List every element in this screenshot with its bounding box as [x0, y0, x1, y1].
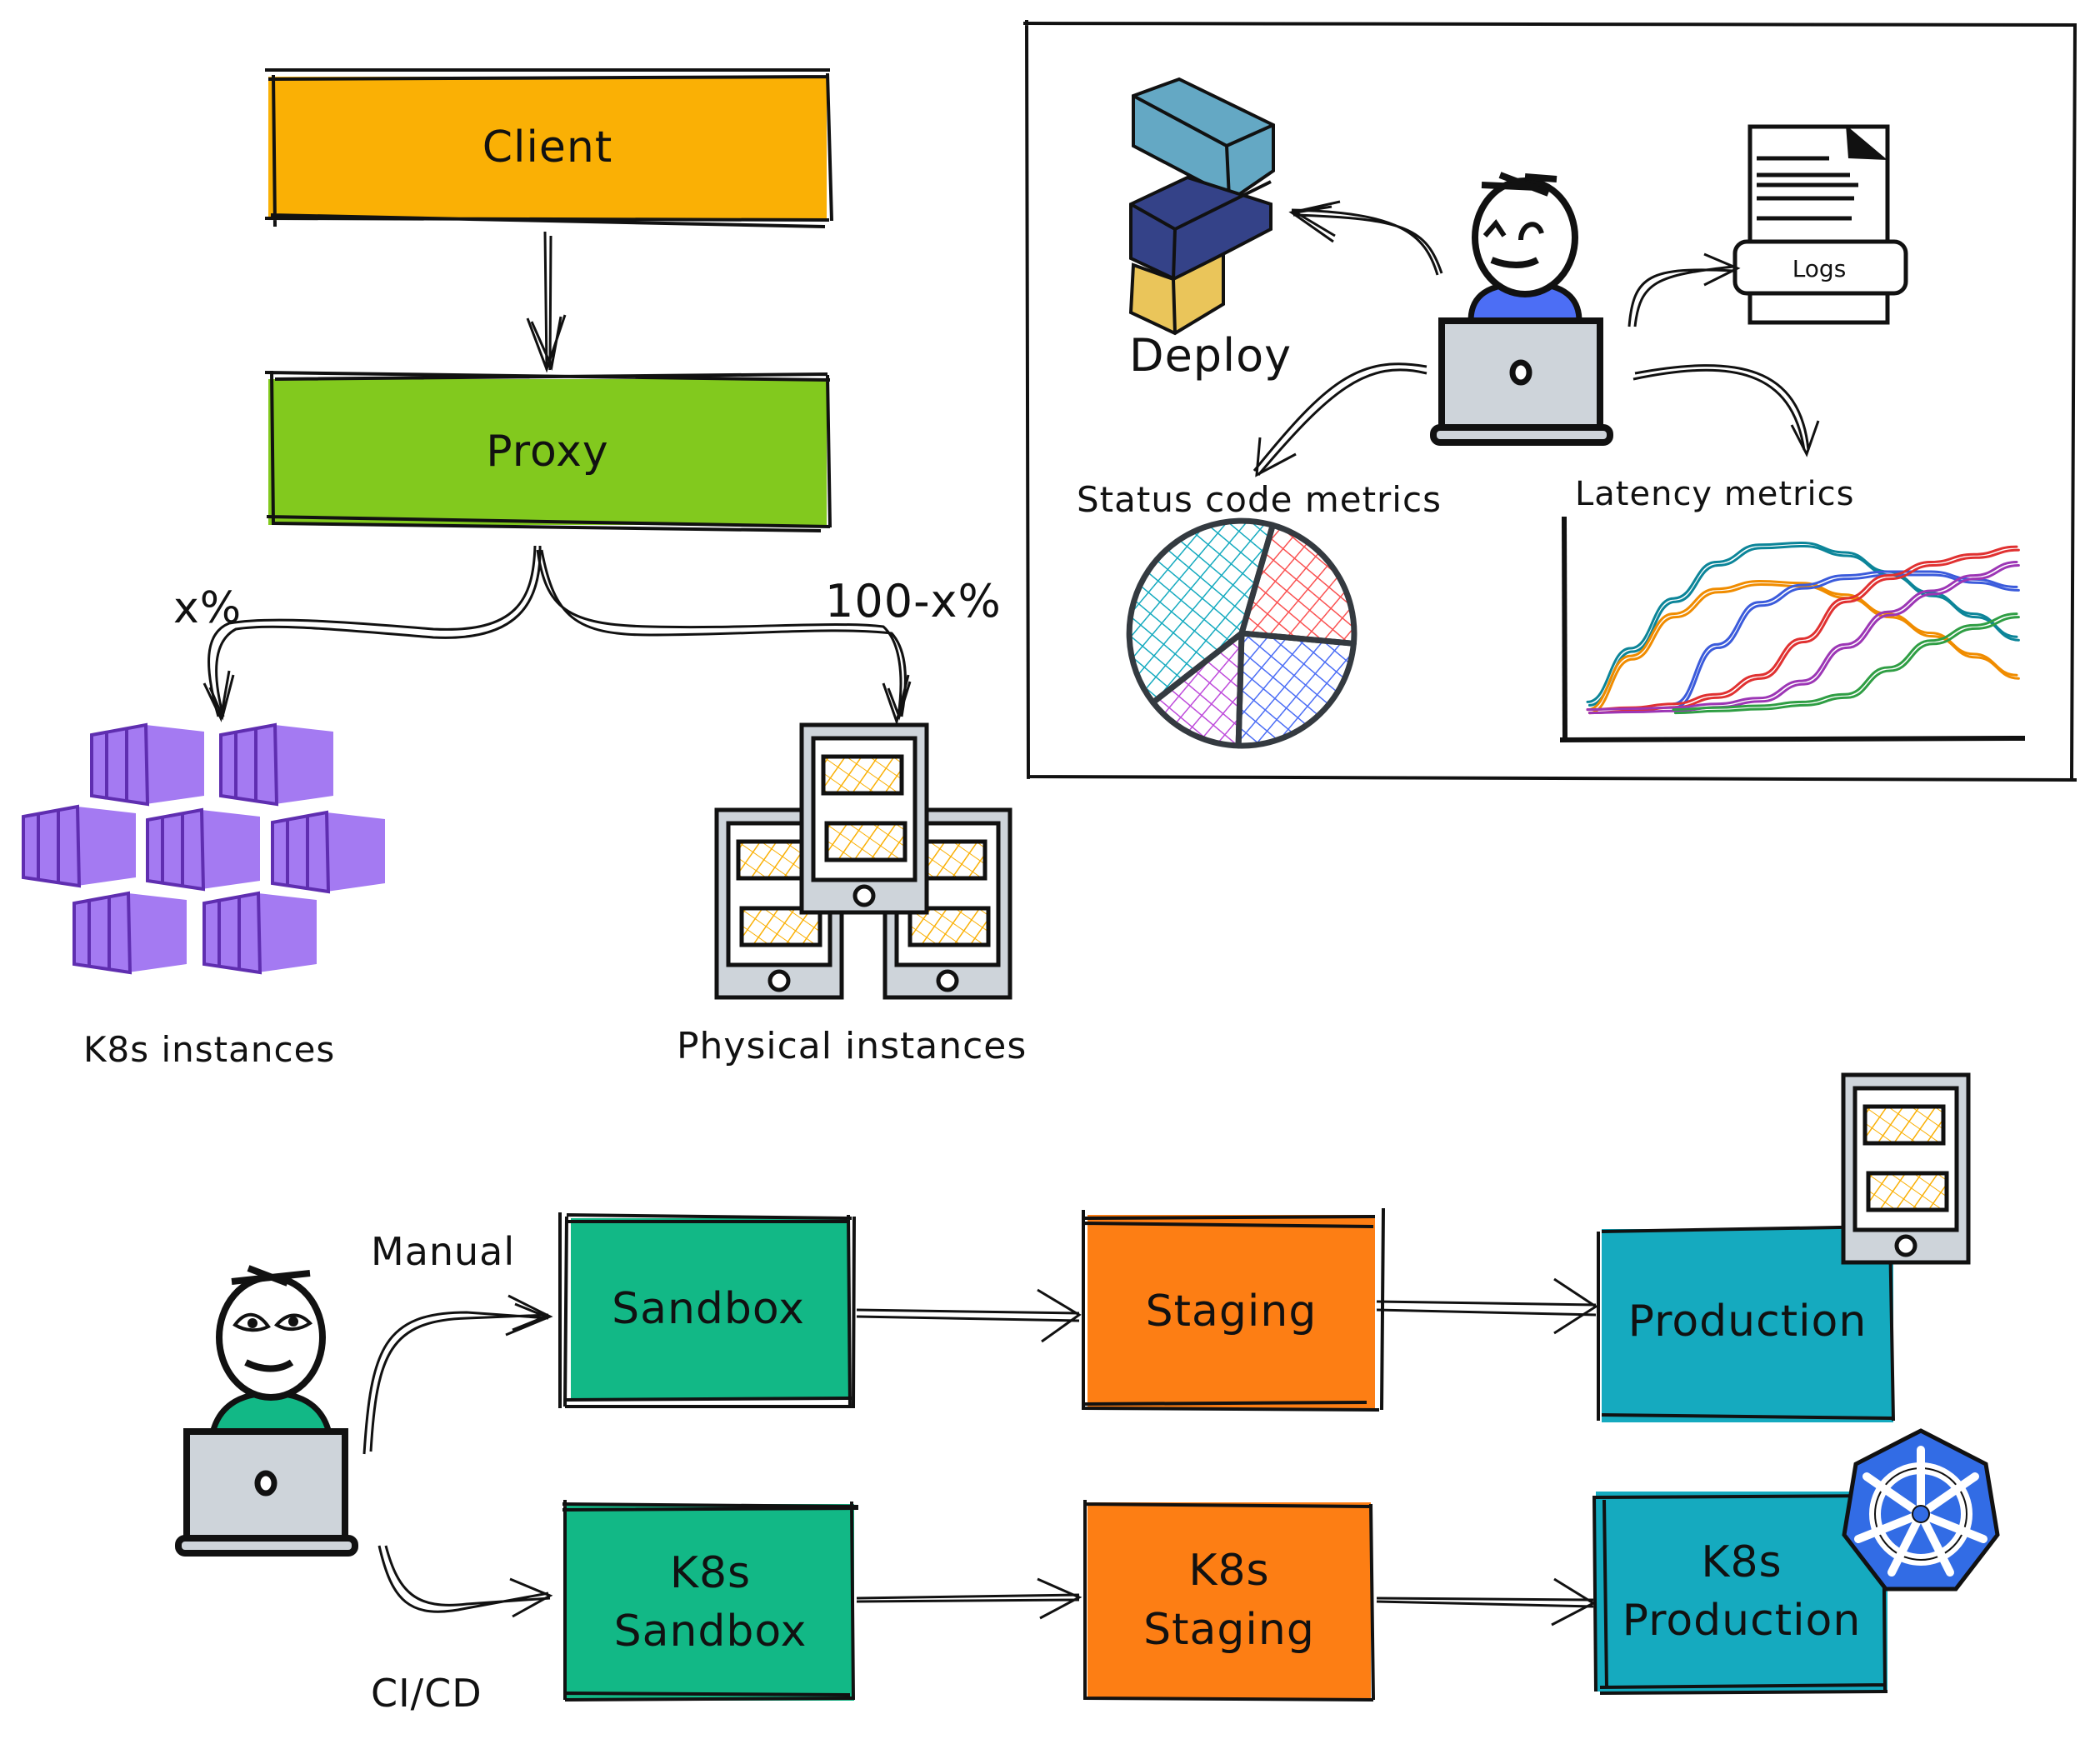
split-right-label: 100-x%: [825, 575, 1002, 627]
sandbox-to-staging-arrow: [856, 1288, 1082, 1343]
k8s-production-label-line1: K8s: [1701, 1537, 1782, 1587]
manual-arrow: [362, 1294, 553, 1455]
status-code-pie-chart: [1126, 517, 1358, 749]
k8s-sandbox-to-k8s-staging-arrow: [856, 1577, 1082, 1620]
deploy-blocks-icon: [1128, 77, 1275, 336]
k8s-instance-cube: [146, 808, 262, 891]
logs-arrow: [1628, 252, 1741, 327]
k8s-instance-cube: [219, 723, 335, 806]
k8s-instance-cube: [72, 892, 188, 974]
client-to-proxy-arrow: [526, 231, 567, 373]
diagram-canvas: Logs: [22, 19, 2078, 1702]
k8s-staging-to-k8s-production-arrow: [1376, 1577, 1597, 1627]
deploy-label: Deploy: [1129, 329, 1292, 382]
staging-to-production-arrow: [1376, 1277, 1598, 1335]
staging-label: Staging: [1145, 1286, 1318, 1337]
latency-y-axis: [1562, 516, 1568, 742]
physical-instances-cluster: [717, 725, 1010, 997]
k8s-production-label: K8s Production: [1596, 1492, 1888, 1692]
k8s-staging-label-line1: K8s: [1188, 1546, 1270, 1597]
latency-x-axis: [1559, 736, 2026, 742]
latency-metrics-arrow: [1632, 364, 1820, 457]
k8s-production-label-line2: Production: [1622, 1596, 1862, 1646]
k8s-instance-cube: [90, 723, 206, 806]
engineer-avatar-top: [1433, 172, 1610, 442]
latency-series-green-stroke2: [1673, 616, 2020, 715]
latency-chart: [1559, 516, 2026, 742]
latency-series-teal: [1586, 541, 2018, 703]
physical-server-icon: [802, 725, 927, 912]
cicd-arrow: [378, 1545, 553, 1618]
k8s-instances-label: K8s instances: [83, 1029, 336, 1070]
client-label: Client: [482, 122, 613, 172]
k8s-staging-label-line2: Staging: [1143, 1604, 1315, 1655]
engineer-avatar-bottom: [178, 1265, 355, 1553]
status-metrics-label: Status code metrics: [1077, 479, 1442, 520]
manual-label: Manual: [371, 1229, 516, 1274]
latency-metrics-label: Latency metrics: [1575, 475, 1855, 513]
k8s-instances-cluster: [22, 723, 387, 974]
k8s-instance-cube: [202, 892, 318, 974]
k8s-instance-cube: [271, 811, 387, 893]
split-arrows: [202, 545, 912, 727]
k8s-sandbox-label-line1: K8s: [669, 1547, 752, 1598]
deploy-arrow: [1288, 200, 1443, 276]
cicd-label: CI/CD: [371, 1671, 482, 1716]
sandbox-label: Sandbox: [612, 1283, 805, 1334]
proxy-label: Proxy: [486, 427, 609, 477]
latency-series-green: [1672, 612, 2018, 712]
k8s-sandbox-label: K8s Sandbox: [567, 1504, 854, 1701]
logs-document-icon: [1732, 124, 1908, 325]
logs-label: Logs: [1792, 255, 1847, 282]
split-left-label: x%: [173, 583, 242, 633]
physical-instances-label: Physical instances: [677, 1025, 1028, 1067]
k8s-sandbox-label-line2: Sandbox: [613, 1607, 808, 1657]
production-label: Production: [1628, 1296, 1868, 1347]
pie-slice-blue: [1235, 630, 1357, 749]
k8s-staging-label: K8s Staging: [1088, 1502, 1371, 1698]
k8s-instance-cube: [22, 805, 138, 887]
